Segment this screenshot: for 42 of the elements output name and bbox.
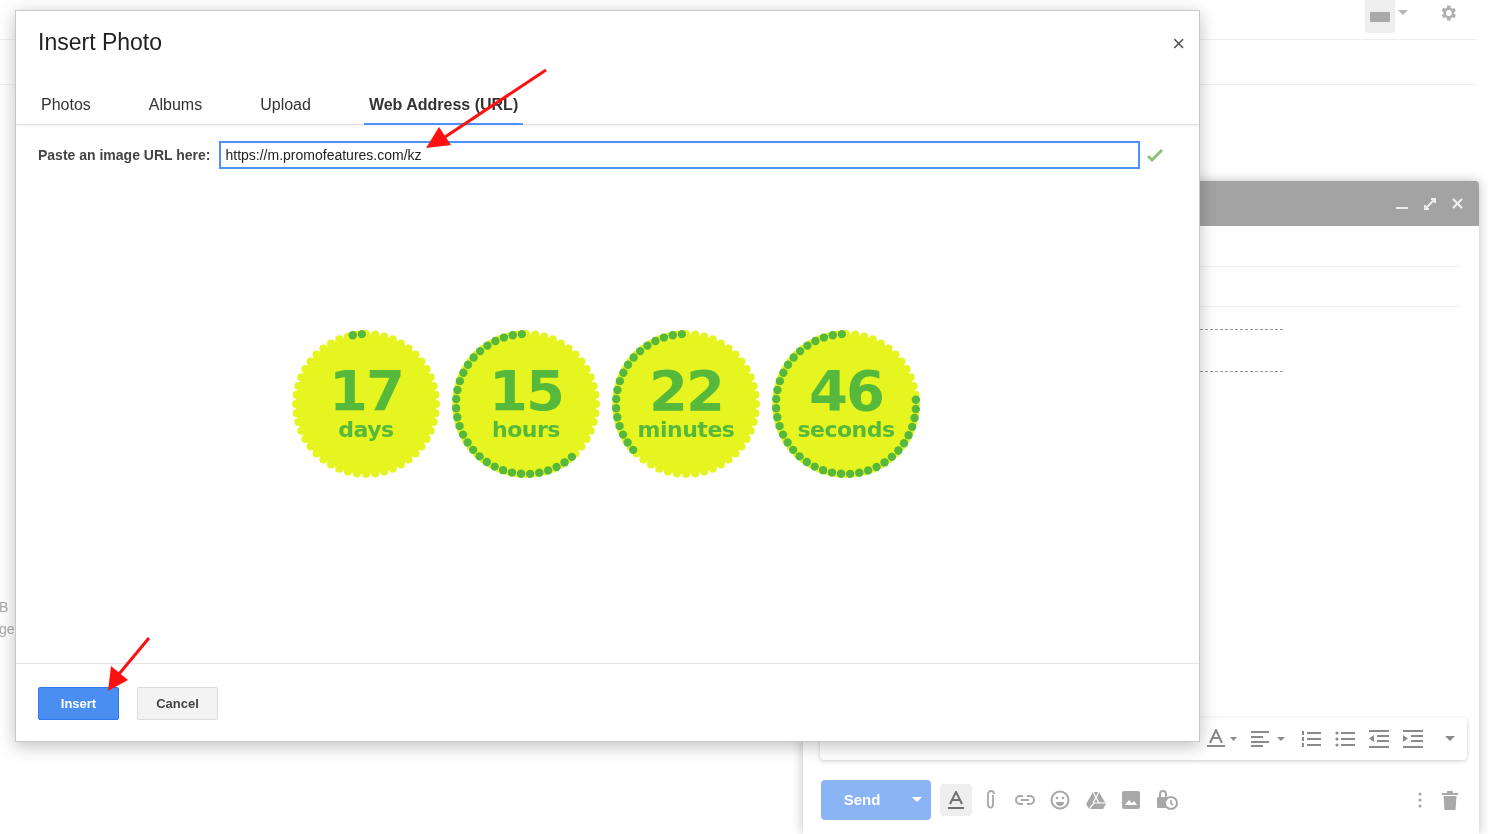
link-icon[interactable] — [1014, 794, 1036, 806]
url-input-field[interactable]: https://m.promofeatures.com/kz — [219, 141, 1141, 169]
countdown-unit: minutes — [637, 417, 735, 443]
countdown-number: 17 — [329, 365, 403, 417]
more-options-icon[interactable] — [1418, 792, 1422, 808]
keyboard-icon — [1370, 11, 1390, 22]
countdown-number: 46 — [809, 365, 883, 417]
annotation-arrow — [108, 637, 151, 691]
url-label: Paste an image URL here: — [38, 145, 211, 165]
tab[interactable]: Photos — [36, 87, 96, 125]
countdown-unit: seconds — [797, 417, 895, 443]
paperclip-icon[interactable] — [986, 790, 996, 810]
cancel-button[interactable]: Cancel — [137, 687, 218, 720]
trash-icon[interactable] — [1442, 790, 1458, 810]
cut-off-text: ge — [0, 620, 15, 639]
indent-more-icon[interactable] — [1403, 730, 1423, 748]
dialog-title: Insert Photo — [38, 28, 163, 57]
caret-icon[interactable] — [910, 797, 924, 803]
indent-less-icon[interactable] — [1369, 730, 1389, 748]
drive-icon[interactable] — [1086, 791, 1106, 809]
cut-off-text: B — [0, 598, 10, 617]
countdown-number: 22 — [649, 365, 723, 417]
keyboard-button[interactable] — [1365, 0, 1395, 33]
countdown-unit: hours — [492, 417, 560, 443]
close-icon[interactable] — [1452, 198, 1463, 209]
text-color-icon[interactable] — [1207, 729, 1237, 749]
tab[interactable]: Upload — [255, 87, 316, 125]
formatting-options-button[interactable] — [940, 784, 972, 816]
image-icon[interactable] — [1122, 791, 1140, 809]
bulleted-list-icon[interactable] — [1335, 730, 1355, 748]
countdown-number: 15 — [489, 365, 563, 417]
caret-icon[interactable] — [1445, 736, 1455, 742]
expand-icon[interactable] — [1424, 197, 1436, 210]
tab[interactable]: Albums — [143, 87, 208, 125]
caret-icon[interactable] — [1398, 10, 1408, 16]
text-format-icon — [948, 791, 964, 809]
align-icon[interactable] — [1251, 731, 1287, 747]
emoji-icon[interactable] — [1050, 790, 1070, 810]
numbered-list-icon[interactable] — [1301, 730, 1321, 748]
close-button[interactable]: × — [1172, 33, 1185, 55]
countdown-unit: days — [338, 417, 394, 443]
lock-clock-icon[interactable] — [1156, 790, 1178, 810]
